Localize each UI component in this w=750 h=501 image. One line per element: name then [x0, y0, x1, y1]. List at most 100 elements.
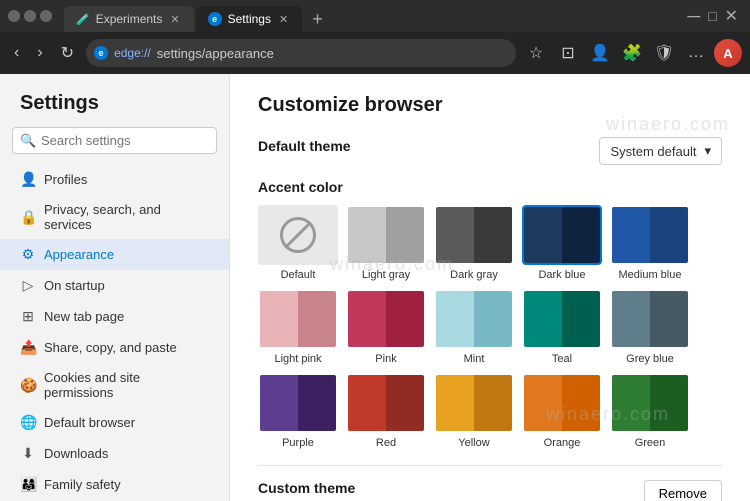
- swatch-label: Dark gray: [434, 269, 514, 281]
- color-swatch-light-pink[interactable]: Light pink: [258, 289, 338, 365]
- theme-dropdown-value: System default: [610, 144, 696, 159]
- swatch-label: Medium blue: [610, 269, 690, 281]
- swatch-label: Dark blue: [522, 269, 602, 281]
- color-swatch-light-gray[interactable]: Light gray: [346, 205, 426, 281]
- color-swatch-dark-gray[interactable]: Dark gray: [434, 205, 514, 281]
- swatch-label: Red: [346, 437, 426, 449]
- sidebar-item-privacy[interactable]: 🔒 Privacy, search, and services: [0, 195, 229, 239]
- search-input[interactable]: [12, 127, 217, 154]
- color-swatch-teal[interactable]: Teal: [522, 289, 602, 365]
- tab-experiments[interactable]: 🧪 Experiments ✕: [64, 6, 194, 32]
- share-icon: 📤: [20, 339, 36, 356]
- close-icon[interactable]: [40, 10, 52, 22]
- color-grid: Default Light gray Dark gray Dark blue Mediu…: [258, 205, 722, 449]
- maximize-icon[interactable]: [24, 10, 36, 22]
- refresh-button[interactable]: ↻: [55, 39, 80, 67]
- minimize-button[interactable]: ─: [687, 6, 700, 27]
- swatch-label: Purple: [258, 437, 338, 449]
- sidebar-item-onstartup[interactable]: ▷ On startup: [0, 270, 229, 301]
- privacy-icon: 🔒: [20, 209, 36, 226]
- swatch-label: Mint: [434, 353, 514, 365]
- color-swatch-purple[interactable]: Purple: [258, 373, 338, 449]
- swatch-label: Orange: [522, 437, 602, 449]
- search-box: 🔍: [12, 127, 217, 154]
- swatch-label: Default: [258, 269, 338, 281]
- collections-icon[interactable]: ⊡: [554, 39, 582, 67]
- sidebar-item-appearance[interactable]: ⚙ Appearance: [0, 239, 229, 270]
- browser-essentials-icon[interactable]: 🛡: [650, 39, 678, 67]
- window-controls: [8, 10, 52, 22]
- swatch-label: Teal: [522, 353, 602, 365]
- swatch-label: Light pink: [258, 353, 338, 365]
- color-swatch-orange[interactable]: Orange: [522, 373, 602, 449]
- custom-theme-section: Custom theme Get themes from the Microso…: [258, 465, 722, 501]
- swatch-label: Pink: [346, 353, 426, 365]
- address-input[interactable]: e edge:// settings/appearance: [86, 39, 516, 67]
- sidebar-item-newtab[interactable]: ⊞ New tab page: [0, 301, 229, 332]
- sidebar-item-newtab-label: New tab page: [44, 309, 124, 324]
- url-path: settings/appearance: [157, 46, 274, 61]
- downloads-icon: ⬇: [20, 445, 36, 462]
- swatch-label: Grey blue: [610, 353, 690, 365]
- maximize-button[interactable]: □: [702, 8, 722, 24]
- settings-more-icon[interactable]: …: [682, 39, 710, 67]
- search-icon: 🔍: [20, 133, 36, 149]
- tab-settings-label: Settings: [228, 12, 271, 26]
- sidebar-item-downloads-label: Downloads: [44, 446, 108, 461]
- sidebar-item-profiles[interactable]: 👤 Profiles: [0, 164, 229, 195]
- tab-experiments-close[interactable]: ✕: [168, 13, 181, 26]
- sidebar-item-familysafety[interactable]: 👨‍👩‍👧 Family safety: [0, 469, 229, 500]
- page-title: Customize browser: [258, 94, 722, 117]
- sidebar-item-cookies-label: Cookies and site permissions: [44, 370, 209, 400]
- accent-color-label: Accent color: [258, 179, 722, 195]
- extensions-icon[interactable]: 🧩: [618, 39, 646, 67]
- forward-button[interactable]: ›: [31, 40, 48, 66]
- edge-icon: e: [208, 12, 222, 26]
- color-swatch-green[interactable]: Green: [610, 373, 690, 449]
- default-theme-label: Default theme: [258, 138, 351, 154]
- tab-settings[interactable]: e Settings ✕: [196, 6, 303, 32]
- profile-avatar[interactable]: A: [714, 39, 742, 67]
- experiments-icon: 🧪: [76, 13, 90, 26]
- color-swatch-pink[interactable]: Pink: [346, 289, 426, 365]
- sidebar-item-cookies[interactable]: 🍪 Cookies and site permissions: [0, 363, 229, 407]
- watermark-top: winaero.com: [606, 114, 730, 135]
- custom-theme-label: Custom theme: [258, 480, 628, 496]
- custom-theme-info: Custom theme Get themes from the Microso…: [258, 480, 628, 501]
- newtab-icon: ⊞: [20, 308, 36, 325]
- title-bar: 🧪 Experiments ✕ e Settings ✕ + ─ □ ✕: [0, 0, 750, 32]
- sidebar-item-share[interactable]: 📤 Share, copy, and paste: [0, 332, 229, 363]
- sidebar-item-share-label: Share, copy, and paste: [44, 340, 177, 355]
- color-swatch-dark-blue[interactable]: Dark blue: [522, 205, 602, 281]
- theme-dropdown[interactable]: System default ▾: [599, 137, 722, 165]
- close-button[interactable]: ✕: [725, 6, 738, 26]
- swatch-label: Yellow: [434, 437, 514, 449]
- remove-button[interactable]: Remove: [644, 480, 722, 501]
- startup-icon: ▷: [20, 277, 36, 294]
- tab-settings-close[interactable]: ✕: [277, 13, 290, 26]
- edge-favicon: e: [94, 46, 108, 60]
- color-swatch-default[interactable]: Default: [258, 205, 338, 281]
- tab-experiments-label: Experiments: [96, 12, 163, 26]
- family-icon: 👨‍👩‍👧: [20, 476, 36, 493]
- color-swatch-yellow[interactable]: Yellow: [434, 373, 514, 449]
- tab-strip: 🧪 Experiments ✕ e Settings ✕ +: [56, 0, 683, 32]
- minimize-icon[interactable]: [8, 10, 20, 22]
- favorites-icon[interactable]: ☆: [522, 39, 550, 67]
- new-tab-button[interactable]: +: [304, 6, 331, 32]
- color-swatch-red[interactable]: Red: [346, 373, 426, 449]
- color-swatch-mint[interactable]: Mint: [434, 289, 514, 365]
- account-icon[interactable]: 👤: [586, 39, 614, 67]
- color-swatch-medium-blue[interactable]: Medium blue: [610, 205, 690, 281]
- address-bar: ‹ › ↻ e edge:// settings/appearance ☆ ⊡ …: [0, 32, 750, 74]
- profiles-icon: 👤: [20, 171, 36, 188]
- appearance-icon: ⚙: [20, 246, 36, 263]
- cookies-icon: 🍪: [20, 377, 36, 394]
- sidebar-item-privacy-label: Privacy, search, and services: [44, 202, 209, 232]
- back-button[interactable]: ‹: [8, 40, 25, 66]
- sidebar-item-downloads[interactable]: ⬇ Downloads: [0, 438, 229, 469]
- color-swatch-grey-blue[interactable]: Grey blue: [610, 289, 690, 365]
- sidebar-item-defaultbrowser-label: Default browser: [44, 415, 135, 430]
- url-protocol: edge://: [114, 46, 151, 60]
- sidebar-item-defaultbrowser[interactable]: 🌐 Default browser: [0, 407, 229, 438]
